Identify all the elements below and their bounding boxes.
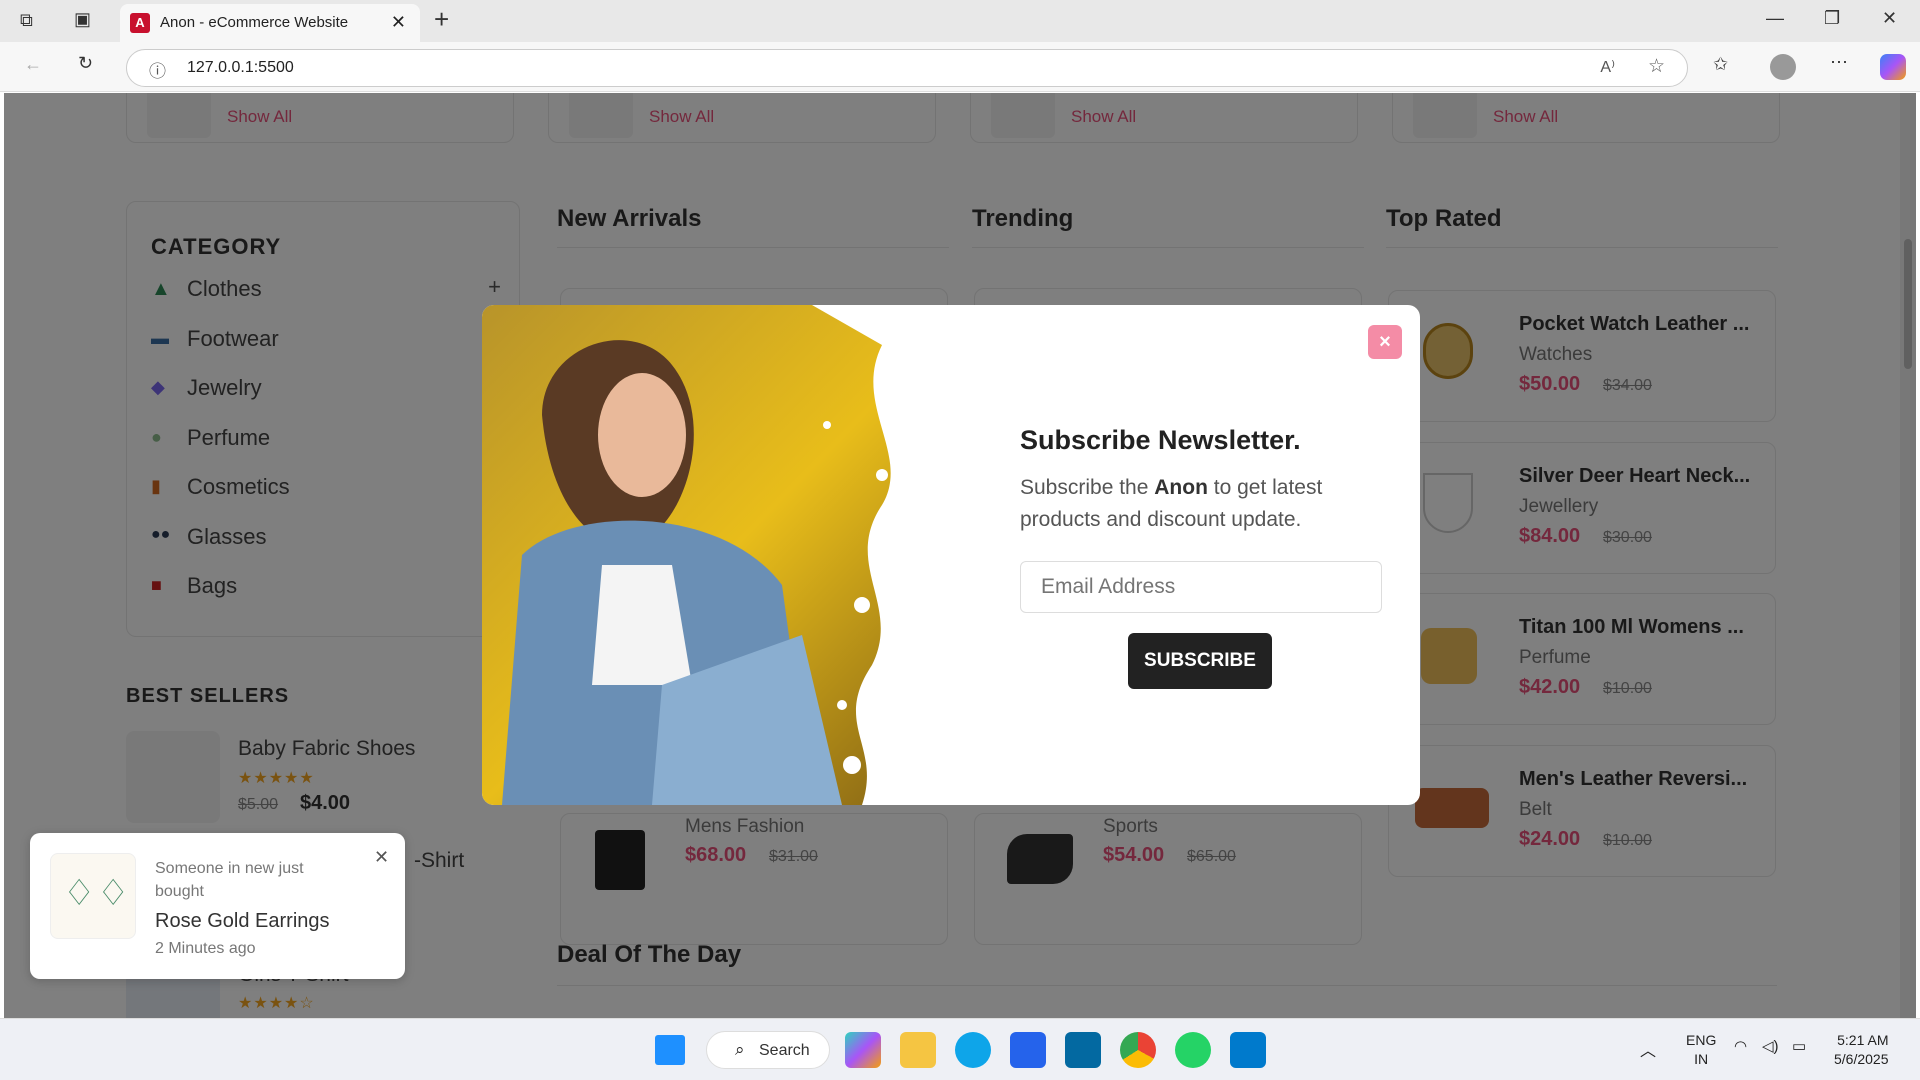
edge-browser-icon[interactable] bbox=[955, 1032, 991, 1068]
toast-message: Someone in new just bought bbox=[155, 860, 304, 900]
windows-taskbar: ⌕ Search ︿ ENG IN ◠ ◁) ▭ 5:21 AM 5/6/202… bbox=[0, 1018, 1920, 1080]
brand-name: Anon bbox=[1154, 476, 1208, 499]
file-explorer-icon[interactable] bbox=[900, 1032, 936, 1068]
site-info-icon[interactable]: ⓘ bbox=[149, 57, 166, 82]
wifi-icon[interactable]: ◠ bbox=[1734, 1037, 1747, 1055]
refresh-icon[interactable]: ↻ bbox=[78, 53, 93, 74]
vscode-icon[interactable] bbox=[1230, 1032, 1266, 1068]
earring-icon: ♢ bbox=[97, 872, 130, 913]
profile-avatar[interactable] bbox=[1770, 54, 1796, 80]
whatsapp-icon[interactable] bbox=[1175, 1032, 1211, 1068]
newsletter-modal: × Subscribe Newsletter. Subscribe the An… bbox=[482, 305, 1420, 805]
language-indicator[interactable]: ENG IN bbox=[1686, 1031, 1716, 1069]
workspaces-icon[interactable]: ⧉ bbox=[20, 10, 33, 31]
volume-icon[interactable]: ◁) bbox=[1762, 1037, 1779, 1055]
read-aloud-icon[interactable]: A⁾ bbox=[1600, 57, 1615, 77]
search-label: Search bbox=[759, 1042, 810, 1059]
close-window-icon[interactable]: ✕ bbox=[1882, 8, 1897, 29]
earring-icon: ♢ bbox=[63, 872, 96, 913]
more-menu-icon[interactable]: ⋯ bbox=[1830, 52, 1848, 73]
newsletter-description: Subscribe the Anon to get latest product… bbox=[1020, 472, 1360, 536]
new-tab-button[interactable]: + bbox=[434, 4, 449, 35]
restore-icon[interactable]: ❐ bbox=[1824, 8, 1840, 29]
taskbar-search[interactable]: ⌕ Search bbox=[706, 1031, 830, 1069]
close-modal-button[interactable]: × bbox=[1368, 325, 1402, 359]
battery-icon[interactable]: ▭ bbox=[1792, 1037, 1806, 1055]
address-field[interactable]: ⓘ 127.0.0.1:5500 A⁾ ☆ bbox=[126, 49, 1688, 87]
clock[interactable]: 5:21 AM 5/6/2025 bbox=[1834, 1031, 1889, 1069]
close-toast-icon[interactable]: ✕ bbox=[374, 847, 389, 868]
chrome-icon[interactable] bbox=[1120, 1032, 1156, 1068]
subscribe-button[interactable]: SUBSCRIBE bbox=[1128, 633, 1272, 689]
search-icon: ⌕ bbox=[735, 1040, 745, 1059]
minimize-icon[interactable]: — bbox=[1766, 8, 1784, 29]
start-windows-icon[interactable] bbox=[655, 1035, 685, 1065]
lang-code: ENG bbox=[1686, 1032, 1717, 1048]
tab-title: Anon - eCommerce Website bbox=[160, 14, 349, 31]
email-input[interactable] bbox=[1020, 561, 1382, 613]
purchase-notification: ♢ ♢ Someone in new just bought Rose Gold… bbox=[30, 833, 405, 979]
woman-photo bbox=[482, 305, 972, 805]
tab-strip: ⧉ ▣ A Anon - eCommerce Website ✕ + — ❐ ✕ bbox=[0, 0, 1920, 42]
copilot-app-icon[interactable] bbox=[845, 1032, 881, 1068]
outlook-icon[interactable] bbox=[1065, 1032, 1101, 1068]
favorite-star-icon[interactable]: ☆ bbox=[1648, 55, 1665, 78]
clock-time: 5:21 AM bbox=[1837, 1032, 1889, 1048]
copilot-icon[interactable] bbox=[1880, 54, 1906, 80]
browser-tab[interactable]: A Anon - eCommerce Website ✕ bbox=[120, 4, 420, 42]
address-bar-row: ← ↻ ⓘ 127.0.0.1:5500 A⁾ ☆ ✩ ⋯ bbox=[0, 42, 1920, 92]
store-icon[interactable] bbox=[1010, 1032, 1046, 1068]
close-tab-icon[interactable]: ✕ bbox=[391, 12, 406, 33]
region-code: IN bbox=[1694, 1051, 1709, 1067]
tab-actions-icon[interactable]: ▣ bbox=[74, 9, 91, 30]
tray-chevron-icon[interactable]: ︿ bbox=[1640, 1037, 1656, 1061]
newsletter-title: Subscribe Newsletter. bbox=[1020, 425, 1301, 455]
site-favicon-icon: A bbox=[130, 13, 150, 33]
clock-date: 5/6/2025 bbox=[1834, 1051, 1889, 1067]
favorites-icon[interactable]: ✩ bbox=[1713, 54, 1728, 75]
desc-text: Subscribe the bbox=[1020, 476, 1155, 499]
toast-time: 2 Minutes ago bbox=[155, 940, 256, 957]
earrings-thumb: ♢ ♢ bbox=[50, 853, 136, 939]
url-text: 127.0.0.1:5500 bbox=[187, 59, 294, 76]
toast-product-name: Rose Gold Earrings bbox=[155, 910, 330, 932]
back-icon[interactable]: ← bbox=[24, 54, 42, 75]
newsletter-banner-image bbox=[482, 305, 972, 805]
